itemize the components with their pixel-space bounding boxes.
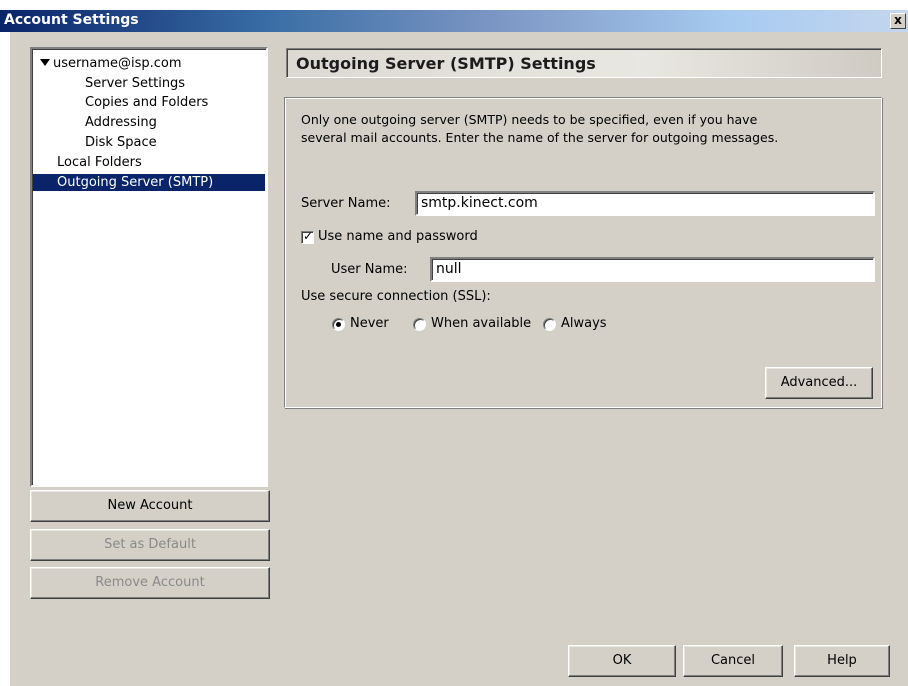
tree-item-outgoing-server[interactable]: Outgoing Server (SMTP) bbox=[33, 174, 265, 191]
tree-item-addressing[interactable]: Addressing bbox=[85, 114, 157, 131]
ssl-when-available-radio[interactable] bbox=[413, 318, 426, 331]
user-name-input[interactable]: null bbox=[430, 257, 875, 282]
close-button[interactable]: x bbox=[890, 13, 906, 29]
tree-item-local-folders[interactable]: Local Folders bbox=[57, 154, 142, 171]
window-title: Account Settings bbox=[4, 12, 139, 28]
ssl-always-label[interactable]: Always bbox=[561, 316, 607, 331]
use-name-password-checkbox[interactable]: ✓ bbox=[301, 229, 314, 244]
description-line-2: several mail accounts. Enter the name of… bbox=[301, 130, 779, 145]
tree-item-account[interactable]: username@isp.com bbox=[40, 55, 182, 72]
ssl-never-label[interactable]: Never bbox=[350, 316, 389, 331]
ssl-when-available-label[interactable]: When available bbox=[431, 316, 531, 331]
cancel-button[interactable]: Cancel bbox=[683, 645, 783, 677]
new-account-button[interactable]: New Account bbox=[30, 490, 270, 522]
checkmark-icon: ✓ bbox=[303, 229, 314, 243]
ssl-always-radio[interactable] bbox=[543, 318, 556, 331]
server-name-input[interactable]: smtp.kinect.com bbox=[415, 191, 875, 216]
tree-item-account-label: username@isp.com bbox=[53, 56, 182, 71]
use-name-password-label[interactable]: Use name and password bbox=[318, 229, 478, 244]
advanced-button[interactable]: Advanced... bbox=[765, 367, 873, 399]
expand-arrow-icon[interactable] bbox=[40, 59, 50, 66]
help-button[interactable]: Help bbox=[794, 645, 890, 677]
panel-title: Outgoing Server (SMTP) Settings bbox=[296, 54, 596, 73]
user-name-label: User Name: bbox=[331, 262, 408, 277]
title-bar: Account Settings x bbox=[0, 10, 908, 32]
tree-item-copies-and-folders[interactable]: Copies and Folders bbox=[85, 94, 208, 111]
remove-account-button[interactable]: Remove Account bbox=[30, 567, 270, 599]
tree-item-disk-space[interactable]: Disk Space bbox=[85, 134, 157, 151]
account-tree[interactable]: username@isp.com Server Settings Copies … bbox=[30, 47, 268, 487]
server-name-label: Server Name: bbox=[301, 196, 391, 211]
ssl-label: Use secure connection (SSL): bbox=[301, 289, 491, 304]
panel-header: Outgoing Server (SMTP) Settings bbox=[286, 48, 882, 78]
description-text: Only one outgoing server (SMTP) needs to… bbox=[301, 111, 871, 147]
description-line-1: Only one outgoing server (SMTP) needs to… bbox=[301, 112, 758, 127]
ssl-never-radio[interactable] bbox=[332, 318, 345, 331]
ok-button[interactable]: OK bbox=[568, 645, 676, 677]
tree-item-server-settings[interactable]: Server Settings bbox=[85, 75, 185, 92]
set-as-default-button[interactable]: Set as Default bbox=[30, 529, 270, 561]
radio-selected-dot-icon bbox=[336, 322, 341, 327]
